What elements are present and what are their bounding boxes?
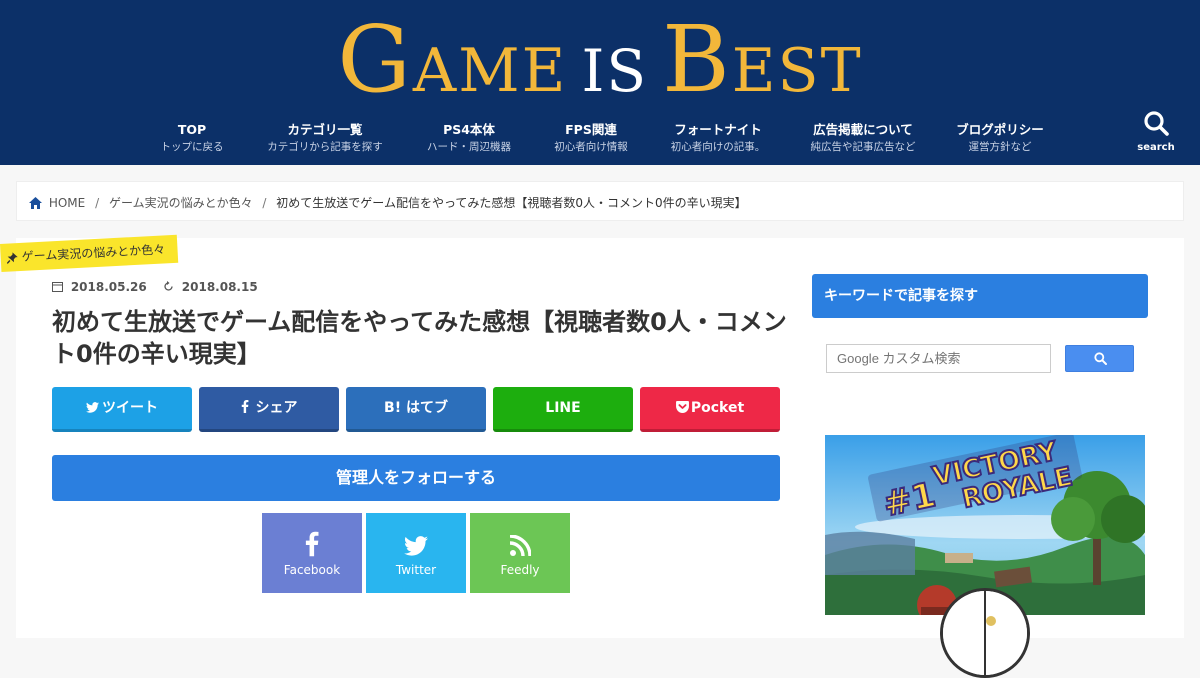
share-line-button[interactable]: LINE <box>493 387 633 432</box>
search-icon <box>1094 352 1107 365</box>
nav-subtitle: 初心者向けの記事。 <box>670 141 766 153</box>
search-icon <box>1144 111 1169 136</box>
post-dates: 2018.05.26 2018.08.15 <box>52 280 258 294</box>
article-title: 初めて生放送でゲーム配信をやってみた感想【視聴者数0人・コメント0件の辛い現実】 <box>52 308 787 368</box>
global-nav: TOP トップに戻る カテゴリ一覧 カテゴリから記事を探す PS4本体 ハード・… <box>0 122 1200 162</box>
nav-item-categories[interactable]: カテゴリ一覧 カテゴリから記事を探す <box>262 122 388 154</box>
nav-item-ps4[interactable]: PS4本体 ハード・周辺機器 <box>422 122 516 154</box>
breadcrumb: HOME / ゲーム実況の悩みとか色々 / 初めて生放送でゲーム配信をやってみた… <box>16 181 1184 221</box>
site-logo[interactable]: GAME IS BEST <box>0 14 1200 107</box>
logo-is: IS <box>581 37 649 105</box>
logo-initial-b: B <box>662 6 732 113</box>
follow-label: Facebook <box>283 563 341 577</box>
share-hatena-button[interactable]: B! はてブ <box>346 387 486 432</box>
google-custom-search-input[interactable] <box>826 344 1051 373</box>
logo-initial-g: G <box>337 6 413 113</box>
nav-subtitle: トップに戻る <box>160 141 224 153</box>
share-label: ツイート <box>102 400 158 416</box>
follow-facebook-button[interactable]: Facebook <box>262 513 362 593</box>
share-twitter-button[interactable]: ツイート <box>52 387 192 432</box>
nav-title: 広告掲載について <box>813 122 913 137</box>
share-pocket-button[interactable]: Pocket <box>640 387 780 432</box>
nav-title: フォートナイト <box>674 122 762 137</box>
pin-icon <box>6 252 18 265</box>
twitter-icon <box>404 536 428 556</box>
twitter-icon <box>86 402 99 413</box>
published-date: 2018.05.26 <box>70 280 147 294</box>
follow-label: Twitter <box>395 563 437 577</box>
nav-item-fps[interactable]: FPS関連 初心者向け情報 <box>550 122 632 154</box>
calendar-icon <box>52 280 67 294</box>
updated-date: 2018.08.15 <box>181 280 258 294</box>
share-facebook-button[interactable]: シェア <box>199 387 339 432</box>
follow-feedly-button[interactable]: Feedly <box>470 513 570 593</box>
nav-title: PS4本体 <box>443 122 495 137</box>
rss-icon <box>509 534 532 557</box>
sidebar-search-heading: キーワードで記事を探す <box>812 274 1148 318</box>
follow-twitter-button[interactable]: Twitter <box>366 513 466 593</box>
header-search-button[interactable]: search <box>1134 110 1178 158</box>
nav-title: カテゴリ一覧 <box>287 122 363 137</box>
breadcrumb-current: 初めて生放送でゲーム配信をやってみた感想【視聴者数0人・コメント0件の辛い現実】 <box>276 196 747 210</box>
breadcrumb-category-link[interactable]: ゲーム実況の悩みとか色々 <box>109 196 253 210</box>
follow-admin-button[interactable]: 管理人をフォローする <box>52 455 780 501</box>
hatena-icon: B! はてブ <box>384 400 448 416</box>
nav-subtitle: 運営方針など <box>968 141 1032 153</box>
author-avatar[interactable] <box>940 588 1030 678</box>
follow-label: Feedly <box>500 563 540 577</box>
nav-subtitle: ハード・周辺機器 <box>427 141 511 153</box>
site-header: GAME IS BEST TOP トップに戻る カテゴリ一覧 カテゴリから記事を探す… <box>0 0 1200 165</box>
nav-subtitle: カテゴリから記事を探す <box>267 141 383 153</box>
pocket-icon <box>675 401 689 413</box>
search-label: search <box>1137 142 1175 153</box>
nav-item-policy[interactable]: ブログポリシー 運営方針など <box>954 122 1046 154</box>
nav-subtitle: 純広告や記事広告など <box>810 141 916 153</box>
breadcrumb-home-link[interactable]: HOME <box>49 196 85 210</box>
nav-title: TOP <box>177 122 207 137</box>
nav-title: FPS関連 <box>565 122 617 137</box>
refresh-icon <box>163 280 178 294</box>
breadcrumb-separator: / <box>262 195 267 210</box>
nav-item-fortnite[interactable]: フォートナイト 初心者向けの記事。 <box>666 122 770 154</box>
home-icon <box>29 196 42 209</box>
share-label: Pocket <box>690 400 745 416</box>
category-tag-label: ゲーム実況の悩みとか色々 <box>21 242 166 264</box>
breadcrumb-separator: / <box>95 195 100 210</box>
nav-subtitle: 初心者向け情報 <box>554 141 628 153</box>
line-icon: LINE <box>545 400 581 416</box>
logo-game-rest: AME <box>412 36 568 106</box>
nav-item-top[interactable]: TOP トップに戻る <box>160 122 224 154</box>
share-label: シェア <box>255 400 298 416</box>
facebook-icon <box>241 400 248 413</box>
facebook-icon <box>305 531 319 557</box>
google-search-submit-button[interactable] <box>1065 345 1134 372</box>
nav-item-ads[interactable]: 広告掲載について 純広告や記事広告など <box>804 122 922 154</box>
logo-best-rest: EST <box>731 36 863 106</box>
nav-title: ブログポリシー <box>956 122 1044 137</box>
